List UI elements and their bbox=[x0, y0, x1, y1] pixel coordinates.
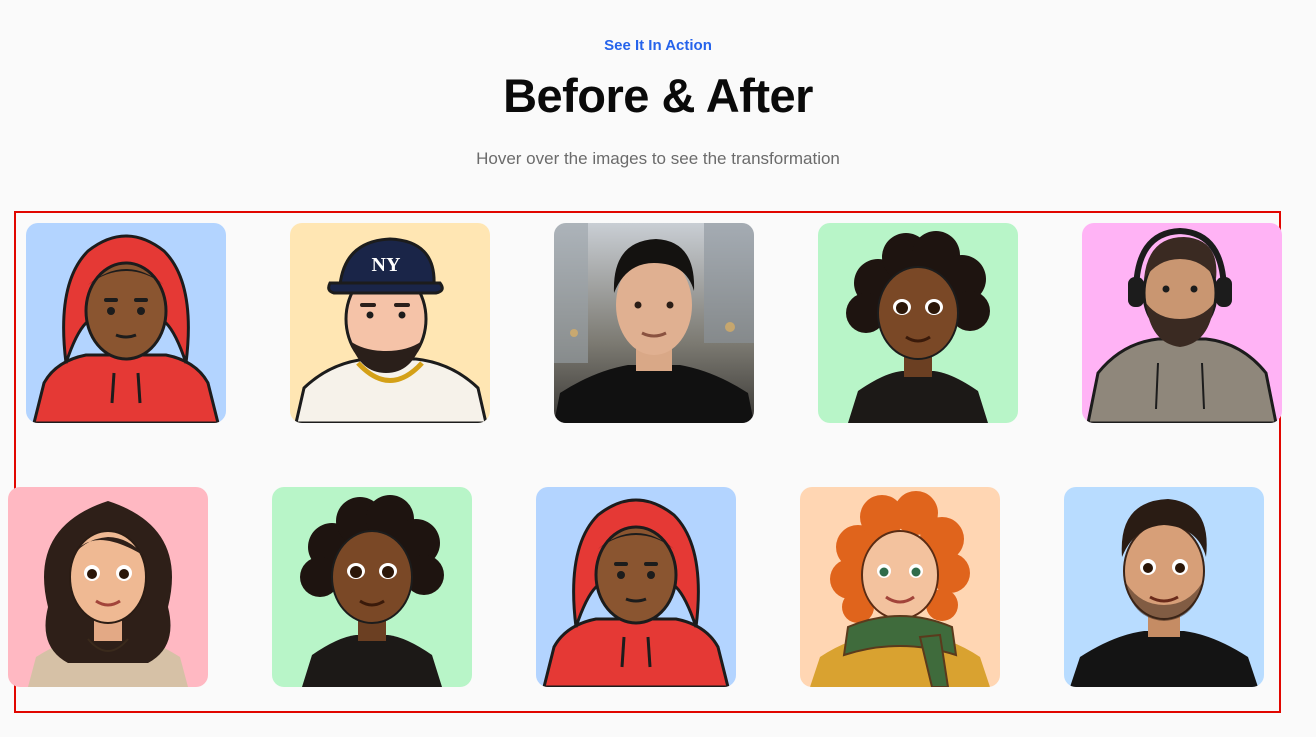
avatar-card-girl-red-curls-scarf[interactable] bbox=[800, 487, 1000, 687]
avatar-card-woman-curly-hair[interactable] bbox=[818, 223, 1018, 423]
section-subtitle: Hover over the images to see the transfo… bbox=[476, 149, 840, 168]
avatar-card-man-ny-cap[interactable]: NY bbox=[290, 223, 490, 423]
section-eyebrow: See It In Action bbox=[604, 37, 712, 54]
girl-red-curls-scarf-avatar bbox=[800, 487, 1000, 687]
woman-wavy-hair-avatar bbox=[8, 487, 208, 687]
avatar-card-woman-wavy-hair[interactable] bbox=[8, 487, 208, 687]
before-after-section: See It In Action Before & After Hover ov… bbox=[0, 0, 1316, 737]
man-headphones-avatar bbox=[1082, 223, 1282, 423]
avatar-card-man-black-tee[interactable] bbox=[1064, 487, 1264, 687]
section-title: Before & After bbox=[503, 69, 813, 122]
avatar-card-boy-red-hoodie-2[interactable] bbox=[536, 487, 736, 687]
boy-red-hoodie-avatar bbox=[536, 487, 736, 687]
boy-red-hoodie-avatar bbox=[26, 223, 226, 423]
svg-text:NY: NY bbox=[372, 254, 401, 276]
avatar-card-boy-red-hoodie[interactable] bbox=[26, 223, 226, 423]
avatar-card-man-headphones[interactable] bbox=[1082, 223, 1282, 423]
woman-curly-hair-avatar bbox=[818, 223, 1018, 423]
avatar-card-woman-curly-hair-2[interactable] bbox=[272, 487, 472, 687]
avatar-card-man-street-photo[interactable] bbox=[554, 223, 754, 423]
man-black-tee-avatar bbox=[1064, 487, 1264, 687]
man-street-photo bbox=[554, 223, 754, 423]
man-ny-cap-avatar: NY bbox=[290, 223, 490, 423]
woman-curly-hair-avatar bbox=[272, 487, 472, 687]
